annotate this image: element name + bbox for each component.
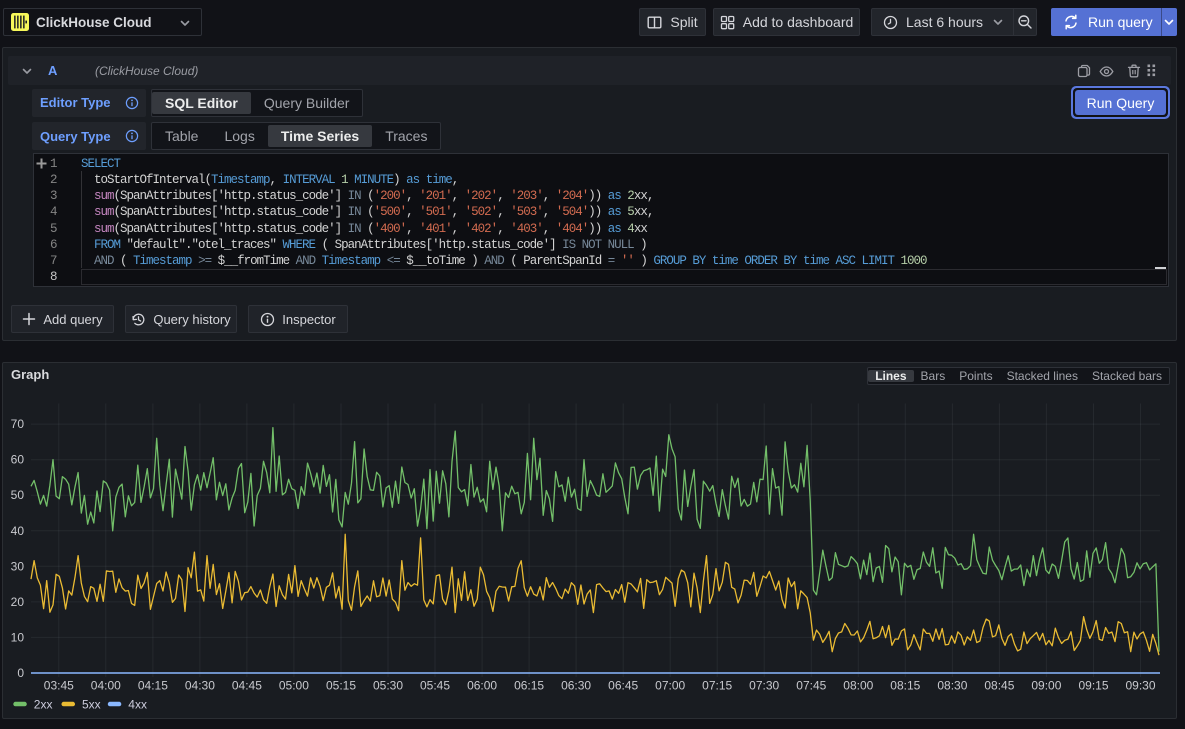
svg-text:09:15: 09:15 — [1078, 678, 1108, 692]
svg-text:08:15: 08:15 — [890, 678, 920, 692]
svg-text:08:30: 08:30 — [937, 678, 967, 692]
svg-text:70: 70 — [11, 417, 25, 431]
svg-text:04:45: 04:45 — [232, 678, 262, 692]
svg-text:08:00: 08:00 — [843, 678, 873, 692]
svg-text:07:00: 07:00 — [655, 678, 685, 692]
svg-text:20: 20 — [11, 594, 25, 608]
svg-text:03:45: 03:45 — [44, 678, 74, 692]
svg-text:06:15: 06:15 — [514, 678, 544, 692]
svg-text:08:45: 08:45 — [984, 678, 1014, 692]
svg-text:09:30: 09:30 — [1125, 678, 1155, 692]
svg-text:40: 40 — [11, 523, 25, 537]
svg-text:09:00: 09:00 — [1031, 678, 1061, 692]
svg-text:50: 50 — [11, 488, 25, 502]
svg-text:60: 60 — [11, 452, 25, 466]
svg-text:05:00: 05:00 — [279, 678, 309, 692]
svg-text:0: 0 — [17, 666, 24, 680]
svg-text:30: 30 — [11, 559, 25, 573]
svg-text:06:30: 06:30 — [561, 678, 591, 692]
svg-text:2xx: 2xx — [34, 697, 53, 711]
svg-text:5xx: 5xx — [82, 697, 101, 711]
svg-text:05:15: 05:15 — [326, 678, 356, 692]
svg-text:07:30: 07:30 — [749, 678, 779, 692]
svg-text:05:45: 05:45 — [420, 678, 450, 692]
svg-text:06:00: 06:00 — [467, 678, 497, 692]
svg-text:10: 10 — [11, 630, 25, 644]
svg-text:05:30: 05:30 — [373, 678, 403, 692]
svg-text:4xx: 4xx — [128, 697, 147, 711]
svg-text:07:15: 07:15 — [702, 678, 732, 692]
svg-text:04:00: 04:00 — [91, 678, 121, 692]
svg-text:04:15: 04:15 — [138, 678, 168, 692]
svg-text:06:45: 06:45 — [608, 678, 638, 692]
svg-text:04:30: 04:30 — [185, 678, 215, 692]
svg-text:07:45: 07:45 — [796, 678, 826, 692]
